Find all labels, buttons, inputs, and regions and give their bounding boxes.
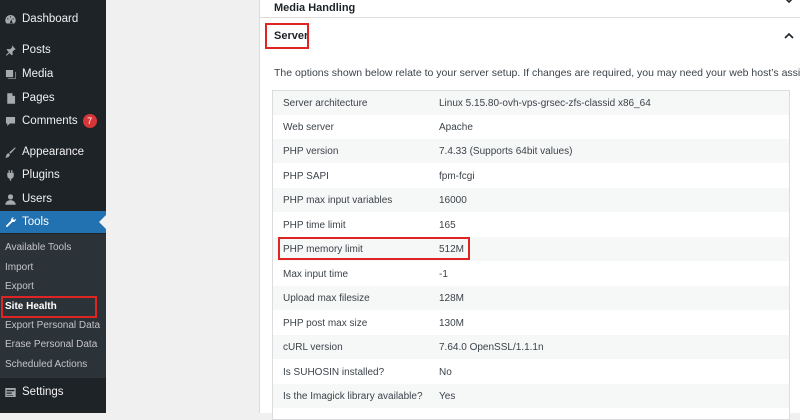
row-value: -1 <box>439 268 448 280</box>
plug-icon <box>4 169 17 182</box>
row-value: 7.4.33 (Supports 64bit values) <box>439 145 573 157</box>
page-icon <box>4 92 17 105</box>
chevron-down-icon <box>783 0 795 6</box>
row-key: Is SUHOSIN installed? <box>283 366 385 378</box>
server-highlight-box <box>265 23 309 49</box>
submenu-available-tools[interactable]: Available Tools <box>0 238 106 257</box>
table-row: PHP time limit 165 <box>273 213 789 237</box>
row-key: PHP version <box>283 145 339 157</box>
menu-comments[interactable]: Comments 7 <box>0 110 106 132</box>
row-value: Yes <box>439 390 456 402</box>
comments-count-badge: 7 <box>82 114 97 128</box>
row-key: Is the Imagick library available? <box>283 390 423 402</box>
table-row: Max input time -1 <box>273 262 789 286</box>
admin-sidebar: Dashboard Posts Media Pages Comments 7 A… <box>0 0 106 413</box>
row-key: PHP time limit <box>283 219 346 231</box>
menu-tools[interactable]: Tools <box>0 211 106 233</box>
chevron-up-icon <box>783 30 795 42</box>
row-key: cURL version <box>283 341 343 353</box>
table-row: PHP post max size 130M <box>273 311 789 335</box>
row-value: 130M <box>439 317 465 329</box>
site-health-highlight-box <box>1 296 97 318</box>
user-icon <box>4 193 17 206</box>
site-health-info-panel: Media Handling Server The options shown … <box>259 0 800 420</box>
comment-icon <box>4 115 17 128</box>
submenu-export-personal-data[interactable]: Export Personal Data <box>0 316 106 335</box>
brush-icon <box>4 146 17 159</box>
menu-pages-label: Pages <box>22 92 55 104</box>
menu-settings[interactable]: Settings <box>0 381 106 403</box>
menu-appearance-label: Appearance <box>22 146 85 158</box>
accordion-server[interactable]: Server <box>260 18 800 54</box>
accordion-media-handling[interactable]: Media Handling <box>260 0 800 18</box>
active-menu-arrow <box>99 215 106 229</box>
row-key: PHP SAPI <box>283 170 329 182</box>
settings-icon <box>4 386 17 399</box>
pin-icon <box>4 44 17 57</box>
table-row: Web server Apache <box>273 115 789 139</box>
table-row: Is the Imagick library available? Yes <box>273 384 789 408</box>
menu-posts-label: Posts <box>22 44 51 56</box>
table-row: PHP max input variables 16000 <box>273 188 789 212</box>
menu-tools-label: Tools <box>22 216 49 228</box>
submenu-export[interactable]: Export <box>0 277 106 296</box>
media-icon <box>4 68 17 81</box>
row-value: No <box>439 366 452 378</box>
table-row: PHP SAPI fpm-fcgi <box>273 164 789 188</box>
menu-dashboard[interactable]: Dashboard <box>0 8 106 30</box>
table-row: cURL version 7.64.0 OpenSSL/1.1.1n <box>273 335 789 359</box>
row-value: 165 <box>439 219 456 231</box>
submenu-import[interactable]: Import <box>0 258 106 277</box>
menu-plugins[interactable]: Plugins <box>0 164 106 186</box>
row-key: Web server <box>283 121 334 133</box>
row-value: 16000 <box>439 194 467 206</box>
menu-appearance[interactable]: Appearance <box>0 141 106 163</box>
row-key: PHP post max size <box>283 317 368 329</box>
row-key: Upload max filesize <box>283 292 370 304</box>
submenu-scheduled-actions[interactable]: Scheduled Actions <box>0 355 106 374</box>
accordion-media-handling-title: Media Handling <box>274 1 356 14</box>
table-row: Is SUHOSIN installed? No <box>273 360 789 384</box>
table-row: PHP version 7.4.33 (Supports 64bit value… <box>273 139 789 163</box>
row-value: 7.64.0 OpenSSL/1.1.1n <box>439 341 544 353</box>
menu-users-label: Users <box>22 193 53 205</box>
menu-settings-label: Settings <box>22 386 64 398</box>
submenu-erase-personal-data[interactable]: Erase Personal Data <box>0 335 106 354</box>
menu-pages[interactable]: Pages <box>0 87 106 109</box>
row-value: fpm-fcgi <box>439 170 475 182</box>
row-key: Server architecture <box>283 97 368 109</box>
menu-users[interactable]: Users <box>0 188 106 210</box>
menu-media-label: Media <box>22 68 54 80</box>
menu-media[interactable]: Media <box>0 63 106 85</box>
wrench-icon <box>4 216 17 229</box>
menu-posts[interactable]: Posts <box>0 39 106 61</box>
menu-plugins-label: Plugins <box>22 169 60 181</box>
row-value: Apache <box>439 121 473 133</box>
memory-limit-highlight-box <box>278 237 470 260</box>
dashboard-icon <box>4 13 17 26</box>
menu-dashboard-label: Dashboard <box>22 13 79 25</box>
server-description: The options shown below relate to your s… <box>274 67 800 79</box>
row-value: Linux 5.15.80-ovh-vps-grsec-zfs-classid … <box>439 97 651 109</box>
row-key: Max input time <box>283 268 349 280</box>
table-row: Server architecture Linux 5.15.80-ovh-vp… <box>273 91 789 115</box>
menu-comments-label: Comments <box>22 115 78 127</box>
row-key: PHP max input variables <box>283 194 393 206</box>
row-value: 128M <box>439 292 465 304</box>
table-row: Upload max filesize 128M <box>273 286 789 310</box>
